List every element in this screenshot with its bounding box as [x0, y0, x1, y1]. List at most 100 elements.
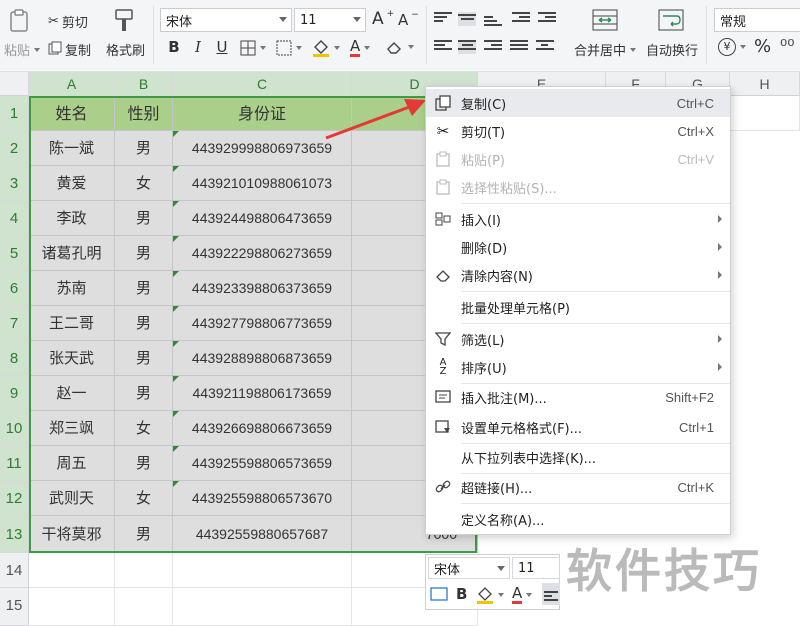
increase-font-icon[interactable]: A + [372, 9, 394, 29]
menu-item-define-name[interactable]: 定义名称(A)... [426, 505, 730, 533]
number-format-select[interactable]: 常规 [714, 8, 800, 32]
column-header-c[interactable]: C [173, 72, 352, 96]
decrease-font-icon[interactable]: A − [398, 10, 419, 29]
menu-item-insert[interactable]: 插入(I) [426, 205, 730, 233]
currency-button[interactable]: ¥ [718, 38, 746, 56]
cell-name[interactable]: 赵一 [29, 376, 115, 411]
empty-cell[interactable] [29, 553, 115, 588]
justify-icon[interactable] [510, 40, 528, 54]
cell-name[interactable]: 郑三飒 [29, 411, 115, 446]
cell-id[interactable]: 443922298806273659 [173, 236, 352, 271]
fill-color-icon[interactable] [312, 38, 340, 58]
menu-item-sort[interactable]: AZ 排序(U) [426, 353, 730, 381]
format-painter-button[interactable]: 格式刷 [106, 40, 145, 59]
copy-button[interactable]: 复制 [48, 40, 91, 59]
font-size-select[interactable]: 11 [294, 8, 366, 32]
cell-id[interactable]: 443925598806573670 [173, 481, 352, 516]
align-left-icon[interactable] [434, 40, 452, 54]
row-header-1[interactable]: 1 [0, 96, 29, 131]
row-header-9[interactable]: 9 [0, 376, 29, 411]
mini-font-name-select[interactable]: 宋体 [428, 557, 510, 579]
row-header-14[interactable]: 14 [0, 553, 29, 588]
align-right-icon[interactable] [484, 40, 502, 54]
menu-item-paste-special[interactable]: 选择性粘贴(S)... [426, 173, 730, 201]
border-icon[interactable] [240, 40, 266, 56]
empty-cell[interactable] [115, 588, 173, 626]
cell-gender[interactable]: 男 [115, 306, 173, 341]
row-header-7[interactable]: 7 [0, 306, 29, 341]
cell-gender[interactable]: 女 [115, 166, 173, 201]
cell-id[interactable]: 44392559880657687 [173, 516, 352, 553]
row-header-15[interactable]: 15 [0, 588, 29, 626]
merge-center-icon[interactable] [592, 9, 618, 31]
cell-gender[interactable]: 男 [115, 131, 173, 166]
empty-cell[interactable] [173, 588, 352, 626]
header-cell-name[interactable]: 姓名 [29, 96, 115, 131]
menu-item-pick-from-list[interactable]: 从下拉列表中选择(K)... [426, 443, 730, 471]
menu-item-paste[interactable]: 粘贴(P) Ctrl+V [426, 145, 730, 173]
menu-item-copy[interactable]: 复制(C) Ctrl+C [426, 89, 730, 117]
increase-indent-icon[interactable] [538, 12, 556, 26]
distribute-icon[interactable] [536, 40, 554, 54]
menu-item-insert-comment[interactable]: 插入批注(M)... Shift+F2 [426, 383, 730, 411]
menu-item-clear-contents[interactable]: 清除内容(N) [426, 261, 730, 289]
column-header-b[interactable]: B [115, 72, 173, 96]
cell-gender[interactable]: 男 [115, 516, 173, 553]
cell-name[interactable]: 王二哥 [29, 306, 115, 341]
cell-id[interactable]: 443925598806573659 [173, 446, 352, 481]
row-header-13[interactable]: 13 [0, 516, 29, 553]
row-header-11[interactable]: 11 [0, 446, 29, 481]
cell-name[interactable]: 干将莫邪 [29, 516, 115, 553]
column-header-a[interactable]: A [29, 72, 115, 96]
header-cell-gender[interactable]: 性别 [115, 96, 173, 131]
cell-name[interactable]: 陈一斌 [29, 131, 115, 166]
paste-icon[interactable] [6, 8, 32, 34]
merge-center-button[interactable]: 合并居中 [574, 40, 637, 59]
decrease-indent-icon[interactable] [512, 12, 530, 26]
align-middle-icon[interactable] [458, 12, 476, 26]
fill-pattern-icon[interactable] [276, 40, 302, 56]
bold-button[interactable]: B [164, 38, 184, 56]
align-top-icon[interactable] [434, 12, 452, 26]
row-header-12[interactable]: 12 [0, 481, 29, 516]
empty-cell[interactable] [29, 588, 115, 626]
align-center-icon[interactable] [458, 40, 476, 54]
cell-name[interactable]: 李政 [29, 201, 115, 236]
paste-button[interactable]: 粘贴 [4, 40, 41, 59]
menu-item-filter[interactable]: 筛选(L) [426, 325, 730, 353]
row-header-5[interactable]: 5 [0, 236, 29, 271]
format-painter-icon[interactable] [112, 8, 136, 34]
select-all-corner[interactable] [0, 72, 29, 96]
underline-button[interactable]: U [212, 38, 232, 56]
mini-font-color-button[interactable]: A [512, 585, 533, 604]
mini-format-icon[interactable] [430, 586, 448, 602]
cell-gender[interactable]: 男 [115, 236, 173, 271]
cell-gender[interactable]: 男 [115, 341, 173, 376]
cell-name[interactable]: 周五 [29, 446, 115, 481]
percent-button[interactable]: % [754, 36, 771, 57]
cell-id[interactable]: 443921198806173659 [173, 376, 352, 411]
cell-name[interactable]: 张天武 [29, 341, 115, 376]
menu-item-hyperlink[interactable]: 超链接(H)... Ctrl+K [426, 473, 730, 501]
menu-item-delete[interactable]: 删除(D) [426, 233, 730, 261]
mini-bold-button[interactable]: B [456, 585, 467, 603]
cut-button[interactable]: ✂ 剪切 [48, 12, 88, 31]
cell-gender[interactable]: 男 [115, 376, 173, 411]
column-header-h[interactable]: H [730, 72, 800, 96]
mini-font-size-select[interactable]: 11 [512, 557, 560, 579]
cell-gender[interactable]: 男 [115, 201, 173, 236]
font-color-button[interactable]: A [350, 38, 371, 57]
menu-item-format-cells[interactable]: 设置单元格格式(F)... Ctrl+1 [426, 413, 730, 441]
mini-fill-color-icon[interactable] [476, 585, 504, 605]
cell-id[interactable]: 443923398806373659 [173, 271, 352, 306]
cell-id[interactable]: 443921010988061073 [173, 166, 352, 201]
cell-id[interactable]: 443924498806473659 [173, 201, 352, 236]
thousands-icon[interactable]: ⁰⁰ [780, 36, 794, 57]
cell-name[interactable]: 黄爱 [29, 166, 115, 201]
row-header-8[interactable]: 8 [0, 341, 29, 376]
cell-name[interactable]: 苏南 [29, 271, 115, 306]
menu-item-batch-process[interactable]: 批量处理单元格(P) [426, 293, 730, 321]
empty-cell[interactable] [115, 553, 173, 588]
mini-align-icon[interactable] [542, 583, 560, 605]
italic-button[interactable]: I [188, 38, 208, 56]
